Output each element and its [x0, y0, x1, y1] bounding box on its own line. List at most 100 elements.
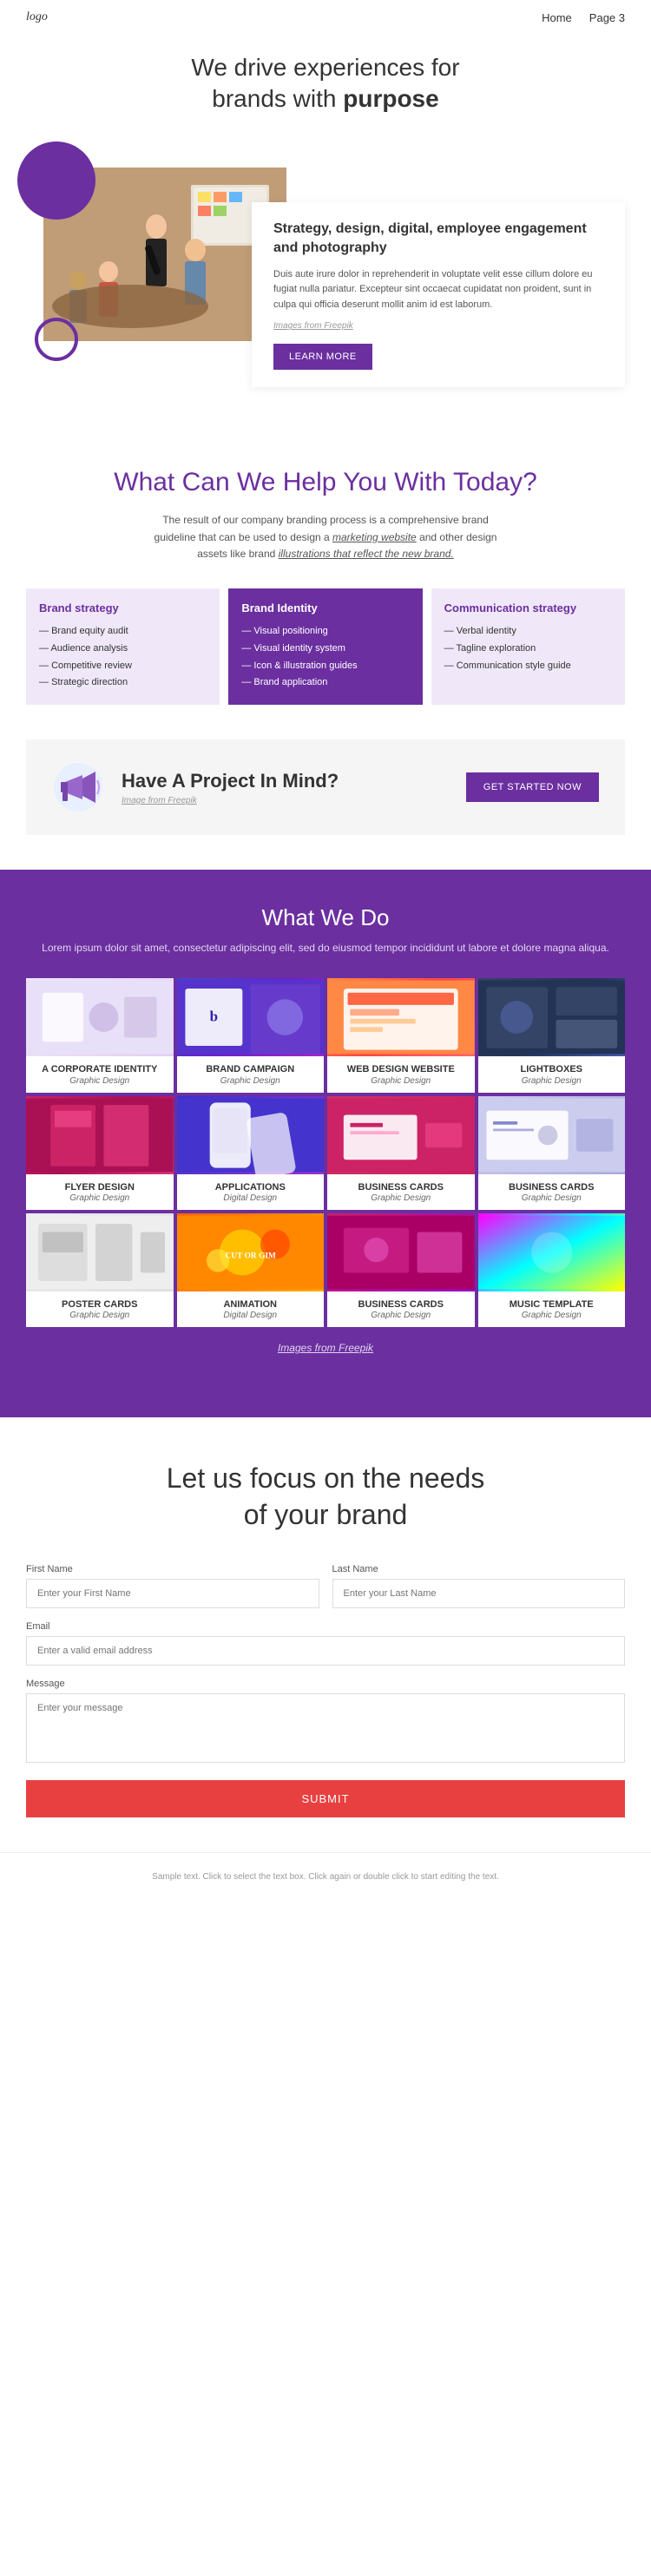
portfolio-img-block-0: [26, 978, 174, 1056]
hero-text-box: Strategy, design, digital, employee enga…: [252, 202, 625, 388]
portfolio-img-block-8: [26, 1213, 174, 1291]
list-item: Visual positioning: [241, 623, 409, 641]
help-heading: What Can We Help You With Today?: [26, 465, 625, 499]
portfolio-info-8: POSTER CARDS Graphic Design: [26, 1291, 174, 1327]
portfolio-info-7: BUSINESS CARDS Graphic Design: [478, 1174, 626, 1210]
portfolio-title-2: WEB DESIGN WEBSITE: [332, 1063, 470, 1075]
project-heading: Have A Project In Mind?: [122, 770, 339, 792]
portfolio-info-6: BUSINESS CARDS Graphic Design: [327, 1174, 475, 1210]
help-card-title-0: Brand strategy: [39, 601, 207, 614]
portfolio-info-3: LIGHTBOXES Graphic Design: [478, 1056, 626, 1092]
help-card-brand-identity: Brand Identity Visual positioning Visual…: [228, 588, 422, 705]
form-group-email: Email: [26, 1621, 625, 1666]
portfolio-img-block-11: [478, 1213, 626, 1291]
project-banner: Have A Project In Mind? Image from Freep…: [26, 739, 625, 835]
portfolio-cat-3: Graphic Design: [483, 1076, 621, 1086]
svg-text:CUT OR GIM: CUT OR GIM: [225, 1252, 275, 1260]
portfolio-title-8: POSTER CARDS: [30, 1298, 169, 1311]
firstname-input[interactable]: [26, 1579, 319, 1608]
get-started-button[interactable]: GET STARTED NOW: [466, 772, 599, 802]
list-item: Verbal identity: [444, 623, 612, 641]
portfolio-img-3: [478, 978, 626, 1056]
learn-more-button[interactable]: LEARN MORE: [273, 344, 372, 370]
portfolio-cat-8: Graphic Design: [30, 1311, 169, 1320]
portfolio-title-0: A CORPORATE IDENTITY: [30, 1063, 169, 1075]
list-item: Audience analysis: [39, 641, 207, 658]
portfolio-img-block-9: CUT OR GIM: [177, 1213, 325, 1291]
portfolio-img-4: [26, 1096, 174, 1174]
lastname-input[interactable]: [332, 1579, 626, 1608]
portfolio-img-11: [478, 1213, 626, 1291]
navigation: logo Home Page 3: [0, 0, 651, 35]
portfolio-item-11: MUSIC TEMPLATE Graphic Design: [478, 1213, 626, 1327]
portfolio-img-2: [327, 978, 475, 1056]
portfolio-cat-10: Graphic Design: [332, 1311, 470, 1320]
submit-button[interactable]: SUBMIT: [26, 1780, 625, 1817]
portfolio-info-0: A CORPORATE IDENTITY Graphic Design: [26, 1056, 174, 1092]
project-banner-text: Have A Project In Mind? Image from Freep…: [122, 770, 339, 805]
portfolio-img-block-1: b: [177, 978, 325, 1056]
portfolio-item-2: WEB DESIGN WEBSITE Graphic Design: [327, 978, 475, 1092]
svg-text:b: b: [209, 1009, 217, 1025]
portfolio-cat-5: Digital Design: [181, 1193, 320, 1203]
portfolio-item-1: b BRAND CAMPAIGN Graphic Design: [177, 978, 325, 1092]
hero-title: We drive experiences for brands with pur…: [26, 52, 625, 115]
circle-outline-decoration: [35, 318, 78, 361]
portfolio-item-3: LIGHTBOXES Graphic Design: [478, 978, 626, 1092]
lastname-label: Last Name: [332, 1564, 626, 1574]
what-we-do-heading: What We Do: [26, 904, 625, 931]
portfolio-img-block-6: [327, 1096, 475, 1174]
project-img-credit: Image from Freepik: [122, 796, 339, 805]
portfolio-img-block-2: [327, 978, 475, 1056]
hero-img-credit: Images from Freepik: [273, 319, 603, 333]
portfolio-title-3: LIGHTBOXES: [483, 1063, 621, 1075]
help-subtext: The result of our company branding proce…: [143, 512, 508, 562]
portfolio-info-9: ANIMATION Digital Design: [177, 1291, 325, 1327]
form-group-message: Message: [26, 1679, 625, 1767]
list-item: Icon & illustration guides: [241, 658, 409, 675]
hero-box-heading: Strategy, design, digital, employee enga…: [273, 220, 603, 259]
portfolio-img-block-5: [177, 1096, 325, 1174]
help-card-title-2: Communication strategy: [444, 601, 612, 614]
help-section: What Can We Help You With Today? The res…: [0, 422, 651, 739]
portfolio-title-1: BRAND CAMPAIGN: [181, 1063, 320, 1075]
message-label: Message: [26, 1679, 625, 1689]
portfolio-item-0: A CORPORATE IDENTITY Graphic Design: [26, 978, 174, 1092]
what-we-do-section: What We Do Lorem ipsum dolor sit amet, c…: [0, 870, 651, 1417]
hero-section: We drive experiences for brands with pur…: [0, 35, 651, 422]
project-banner-left: Have A Project In Mind? Image from Freep…: [52, 761, 339, 813]
hero-box-body: Duis aute irure dolor in reprehenderit i…: [273, 267, 603, 313]
help-card-brand-strategy: Brand strategy Brand equity audit Audien…: [26, 588, 220, 705]
nav-page3[interactable]: Page 3: [589, 11, 625, 24]
hero-image-wrap: [26, 133, 286, 388]
help-card-title-1: Brand Identity: [241, 601, 409, 614]
portfolio-item-9: CUT OR GIM ANIMATION Digital Design: [177, 1213, 325, 1327]
portfolio-item-7: BUSINESS CARDS Graphic Design: [478, 1096, 626, 1210]
portfolio-img-block-4: [26, 1096, 174, 1174]
help-card-list-1: Visual positioning Visual identity syste…: [241, 623, 409, 692]
portfolio-img-block-3: [478, 978, 626, 1056]
list-item: Communication style guide: [444, 658, 612, 675]
message-input[interactable]: [26, 1693, 625, 1763]
portfolio-item-6: BUSINESS CARDS Graphic Design: [327, 1096, 475, 1210]
form-group-firstname: First Name: [26, 1564, 319, 1608]
contact-form: First Name Last Name Email Message SUBMI…: [26, 1564, 625, 1817]
portfolio-cat-7: Graphic Design: [483, 1193, 621, 1203]
portfolio-img-0: [26, 978, 174, 1056]
help-cards: Brand strategy Brand equity audit Audien…: [26, 588, 625, 705]
portfolio-info-2: WEB DESIGN WEBSITE Graphic Design: [327, 1056, 475, 1092]
portfolio-img-1: b: [177, 978, 325, 1056]
nav-home[interactable]: Home: [542, 11, 572, 24]
portfolio-title-10: BUSINESS CARDS: [332, 1298, 470, 1311]
list-item: Brand equity audit: [39, 623, 207, 641]
portfolio-img-block-10: [327, 1213, 475, 1291]
portfolio-img-10: [327, 1213, 475, 1291]
portfolio-cat-1: Graphic Design: [181, 1076, 320, 1086]
form-name-row: First Name Last Name: [26, 1564, 625, 1608]
list-item: Brand application: [241, 674, 409, 692]
email-input[interactable]: [26, 1636, 625, 1666]
email-label: Email: [26, 1621, 625, 1632]
portfolio-info-11: MUSIC TEMPLATE Graphic Design: [478, 1291, 626, 1327]
portfolio-cat-4: Graphic Design: [30, 1193, 169, 1203]
portfolio-info-5: APPLICATIONS Digital Design: [177, 1174, 325, 1210]
